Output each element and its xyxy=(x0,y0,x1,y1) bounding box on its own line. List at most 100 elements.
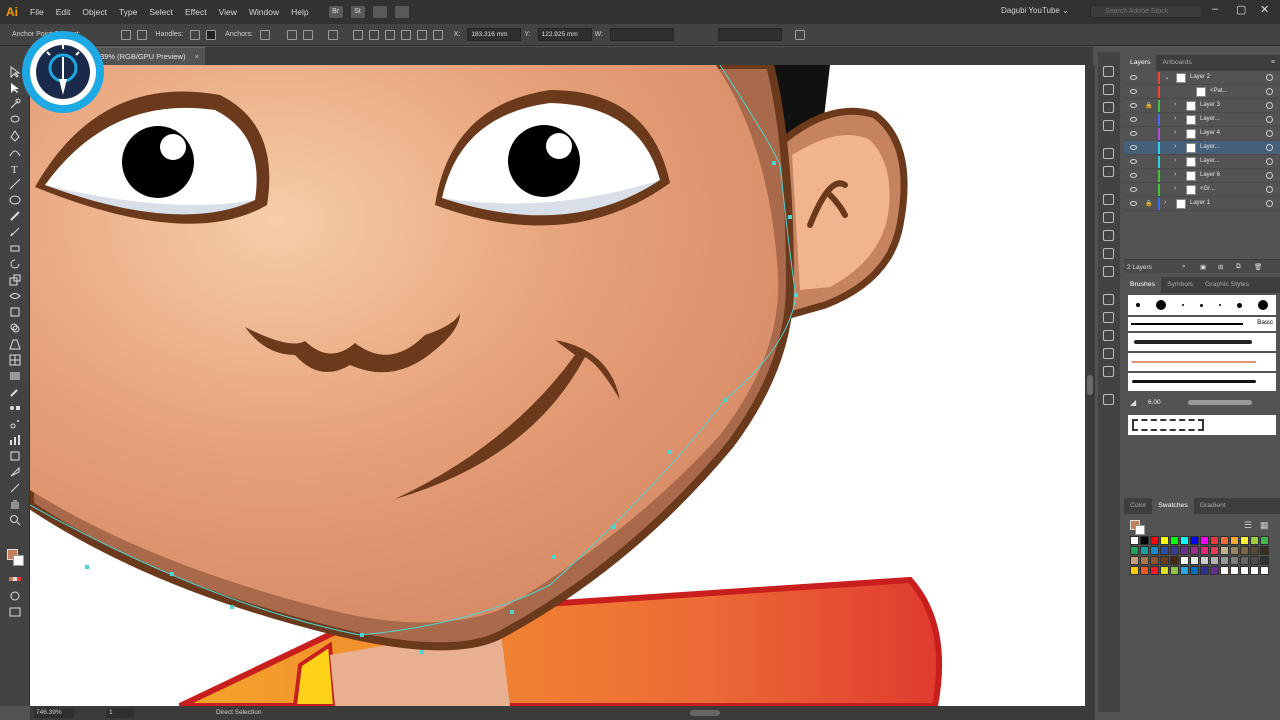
color-swatch[interactable] xyxy=(1170,566,1179,575)
eyedropper-tool-icon[interactable] xyxy=(9,386,21,398)
menu-help[interactable]: Help xyxy=(285,7,314,17)
align-right-icon[interactable] xyxy=(384,29,395,40)
transform-panel-icon[interactable] xyxy=(1103,194,1114,205)
tab-artboards[interactable]: Artboards xyxy=(1156,55,1197,71)
brush-basic[interactable]: Basic xyxy=(1128,317,1276,331)
color-swatch[interactable] xyxy=(1240,546,1249,555)
minimize-icon[interactable]: – xyxy=(1212,3,1218,15)
hide-handles-icon[interactable] xyxy=(206,29,217,40)
color-swatch[interactable] xyxy=(1250,536,1259,545)
color-swatch[interactable] xyxy=(1180,546,1189,555)
links-panel-icon[interactable] xyxy=(1103,148,1114,159)
tab-gradient[interactable]: Gradient xyxy=(1194,498,1232,514)
color-swatch[interactable] xyxy=(1160,566,1169,575)
rotate-tool-icon[interactable] xyxy=(9,258,21,270)
expand-arrow-icon[interactable]: › xyxy=(1174,129,1176,136)
draw-mode-icon[interactable] xyxy=(9,590,21,602)
free-transform-tool-icon[interactable] xyxy=(9,306,21,318)
h-field[interactable] xyxy=(718,28,783,41)
color-swatch[interactable] xyxy=(1170,546,1179,555)
layer-row[interactable]: › <Gr... xyxy=(1124,183,1280,197)
y-field[interactable] xyxy=(537,28,592,41)
color-swatch[interactable] xyxy=(1140,546,1149,555)
maximize-icon[interactable]: ▢ xyxy=(1236,3,1246,16)
width-tool-icon[interactable] xyxy=(9,290,21,302)
layer-target-icon[interactable] xyxy=(1266,130,1273,137)
color-swatch[interactable] xyxy=(1210,556,1219,565)
symbol-sprayer-tool-icon[interactable] xyxy=(9,418,21,430)
vertical-scroll-thumb[interactable] xyxy=(1087,375,1093,395)
color-swatch[interactable] xyxy=(1240,556,1249,565)
selection-tool-icon[interactable] xyxy=(9,66,21,78)
w-field[interactable] xyxy=(610,28,675,41)
list-view-icon[interactable]: ☰ xyxy=(1244,520,1252,531)
direct-selection-tool-icon[interactable] xyxy=(9,82,21,94)
gradient-tool-icon[interactable] xyxy=(9,370,21,382)
color-swatch[interactable] xyxy=(1190,536,1199,545)
layer-target-icon[interactable] xyxy=(1266,186,1273,193)
gpu-performance-icon[interactable] xyxy=(394,6,409,18)
visibility-eye-icon[interactable] xyxy=(1130,187,1137,192)
zoom-level-field[interactable]: 746.39% xyxy=(34,708,74,718)
color-swatch[interactable] xyxy=(1170,536,1179,545)
close-window-icon[interactable]: ✕ xyxy=(1260,3,1269,16)
x-field[interactable] xyxy=(467,28,522,41)
color-swatch[interactable] xyxy=(1210,536,1219,545)
layer-target-icon[interactable] xyxy=(1266,74,1273,81)
column-graph-tool-icon[interactable] xyxy=(9,434,21,446)
delete-layer-icon[interactable]: 🗑 xyxy=(1254,263,1262,271)
color-swatch[interactable] xyxy=(1210,546,1219,555)
visibility-eye-icon[interactable] xyxy=(1130,145,1137,150)
mesh-tool-icon[interactable] xyxy=(9,354,21,366)
current-stroke-swatch[interactable] xyxy=(1135,525,1145,535)
color-swatch[interactable] xyxy=(1200,546,1209,555)
close-tab-icon[interactable]: × xyxy=(195,48,199,65)
color-swatch[interactable] xyxy=(1170,556,1179,565)
align-top-icon[interactable] xyxy=(400,29,411,40)
color-swatch[interactable] xyxy=(1150,566,1159,575)
tab-swatches[interactable]: Swatches xyxy=(1152,498,1194,514)
brush-dots-row[interactable] xyxy=(1128,295,1276,315)
layer-target-icon[interactable] xyxy=(1266,200,1273,207)
align-bottom-icon[interactable] xyxy=(432,29,443,40)
layer-target-icon[interactable] xyxy=(1266,102,1273,109)
glyphs-panel-icon[interactable] xyxy=(1103,330,1114,341)
stroke-panel-icon[interactable] xyxy=(1103,248,1114,259)
color-swatch[interactable] xyxy=(1160,546,1169,555)
visibility-eye-icon[interactable] xyxy=(1130,131,1137,136)
expand-arrow-icon[interactable]: › xyxy=(1174,143,1176,150)
layer-target-icon[interactable] xyxy=(1266,116,1273,123)
color-swatch[interactable] xyxy=(1200,536,1209,545)
show-handles-icon[interactable] xyxy=(190,29,201,40)
color-swatch[interactable] xyxy=(1140,556,1149,565)
layer-row[interactable]: › Layer... xyxy=(1124,113,1280,127)
align-left-icon[interactable] xyxy=(352,29,363,40)
paragraph-styles-panel-icon[interactable] xyxy=(1103,366,1114,377)
color-swatch[interactable] xyxy=(1140,566,1149,575)
menu-edit[interactable]: Edit xyxy=(50,7,77,17)
expand-arrow-icon[interactable]: › xyxy=(1164,199,1166,206)
menu-file[interactable]: File xyxy=(24,7,50,17)
character-panel-icon[interactable] xyxy=(1103,294,1114,305)
menu-select[interactable]: Select xyxy=(143,7,179,17)
transform-icon[interactable] xyxy=(795,29,806,40)
connect-endpoints-icon[interactable] xyxy=(286,29,297,40)
color-swatch[interactable] xyxy=(1260,566,1269,575)
color-swatch[interactable] xyxy=(1230,546,1239,555)
layer-row[interactable]: › Layer 4 xyxy=(1124,127,1280,141)
shape-builder-tool-icon[interactable] xyxy=(9,322,21,334)
color-swatch[interactable] xyxy=(1130,556,1139,565)
visibility-eye-icon[interactable] xyxy=(1130,103,1137,108)
brush-size-row[interactable]: ◢ 6.00 xyxy=(1128,393,1276,413)
color-swatch[interactable] xyxy=(1250,546,1259,555)
locate-object-icon[interactable]: ⌕ xyxy=(1182,263,1186,271)
layer-row[interactable]: › Layer... xyxy=(1124,141,1280,155)
color-swatch[interactable] xyxy=(1200,566,1209,575)
curvature-tool-icon[interactable] xyxy=(9,146,21,158)
expand-arrow-icon[interactable]: ⌄ xyxy=(1164,73,1170,81)
make-clipping-mask-icon[interactable]: ▣ xyxy=(1200,263,1206,271)
lock-icon[interactable]: 🔒 xyxy=(1145,102,1152,109)
info-panel-icon[interactable] xyxy=(1103,120,1114,131)
remove-anchor-icon[interactable] xyxy=(259,29,270,40)
tab-layers[interactable]: Layers xyxy=(1124,55,1157,71)
